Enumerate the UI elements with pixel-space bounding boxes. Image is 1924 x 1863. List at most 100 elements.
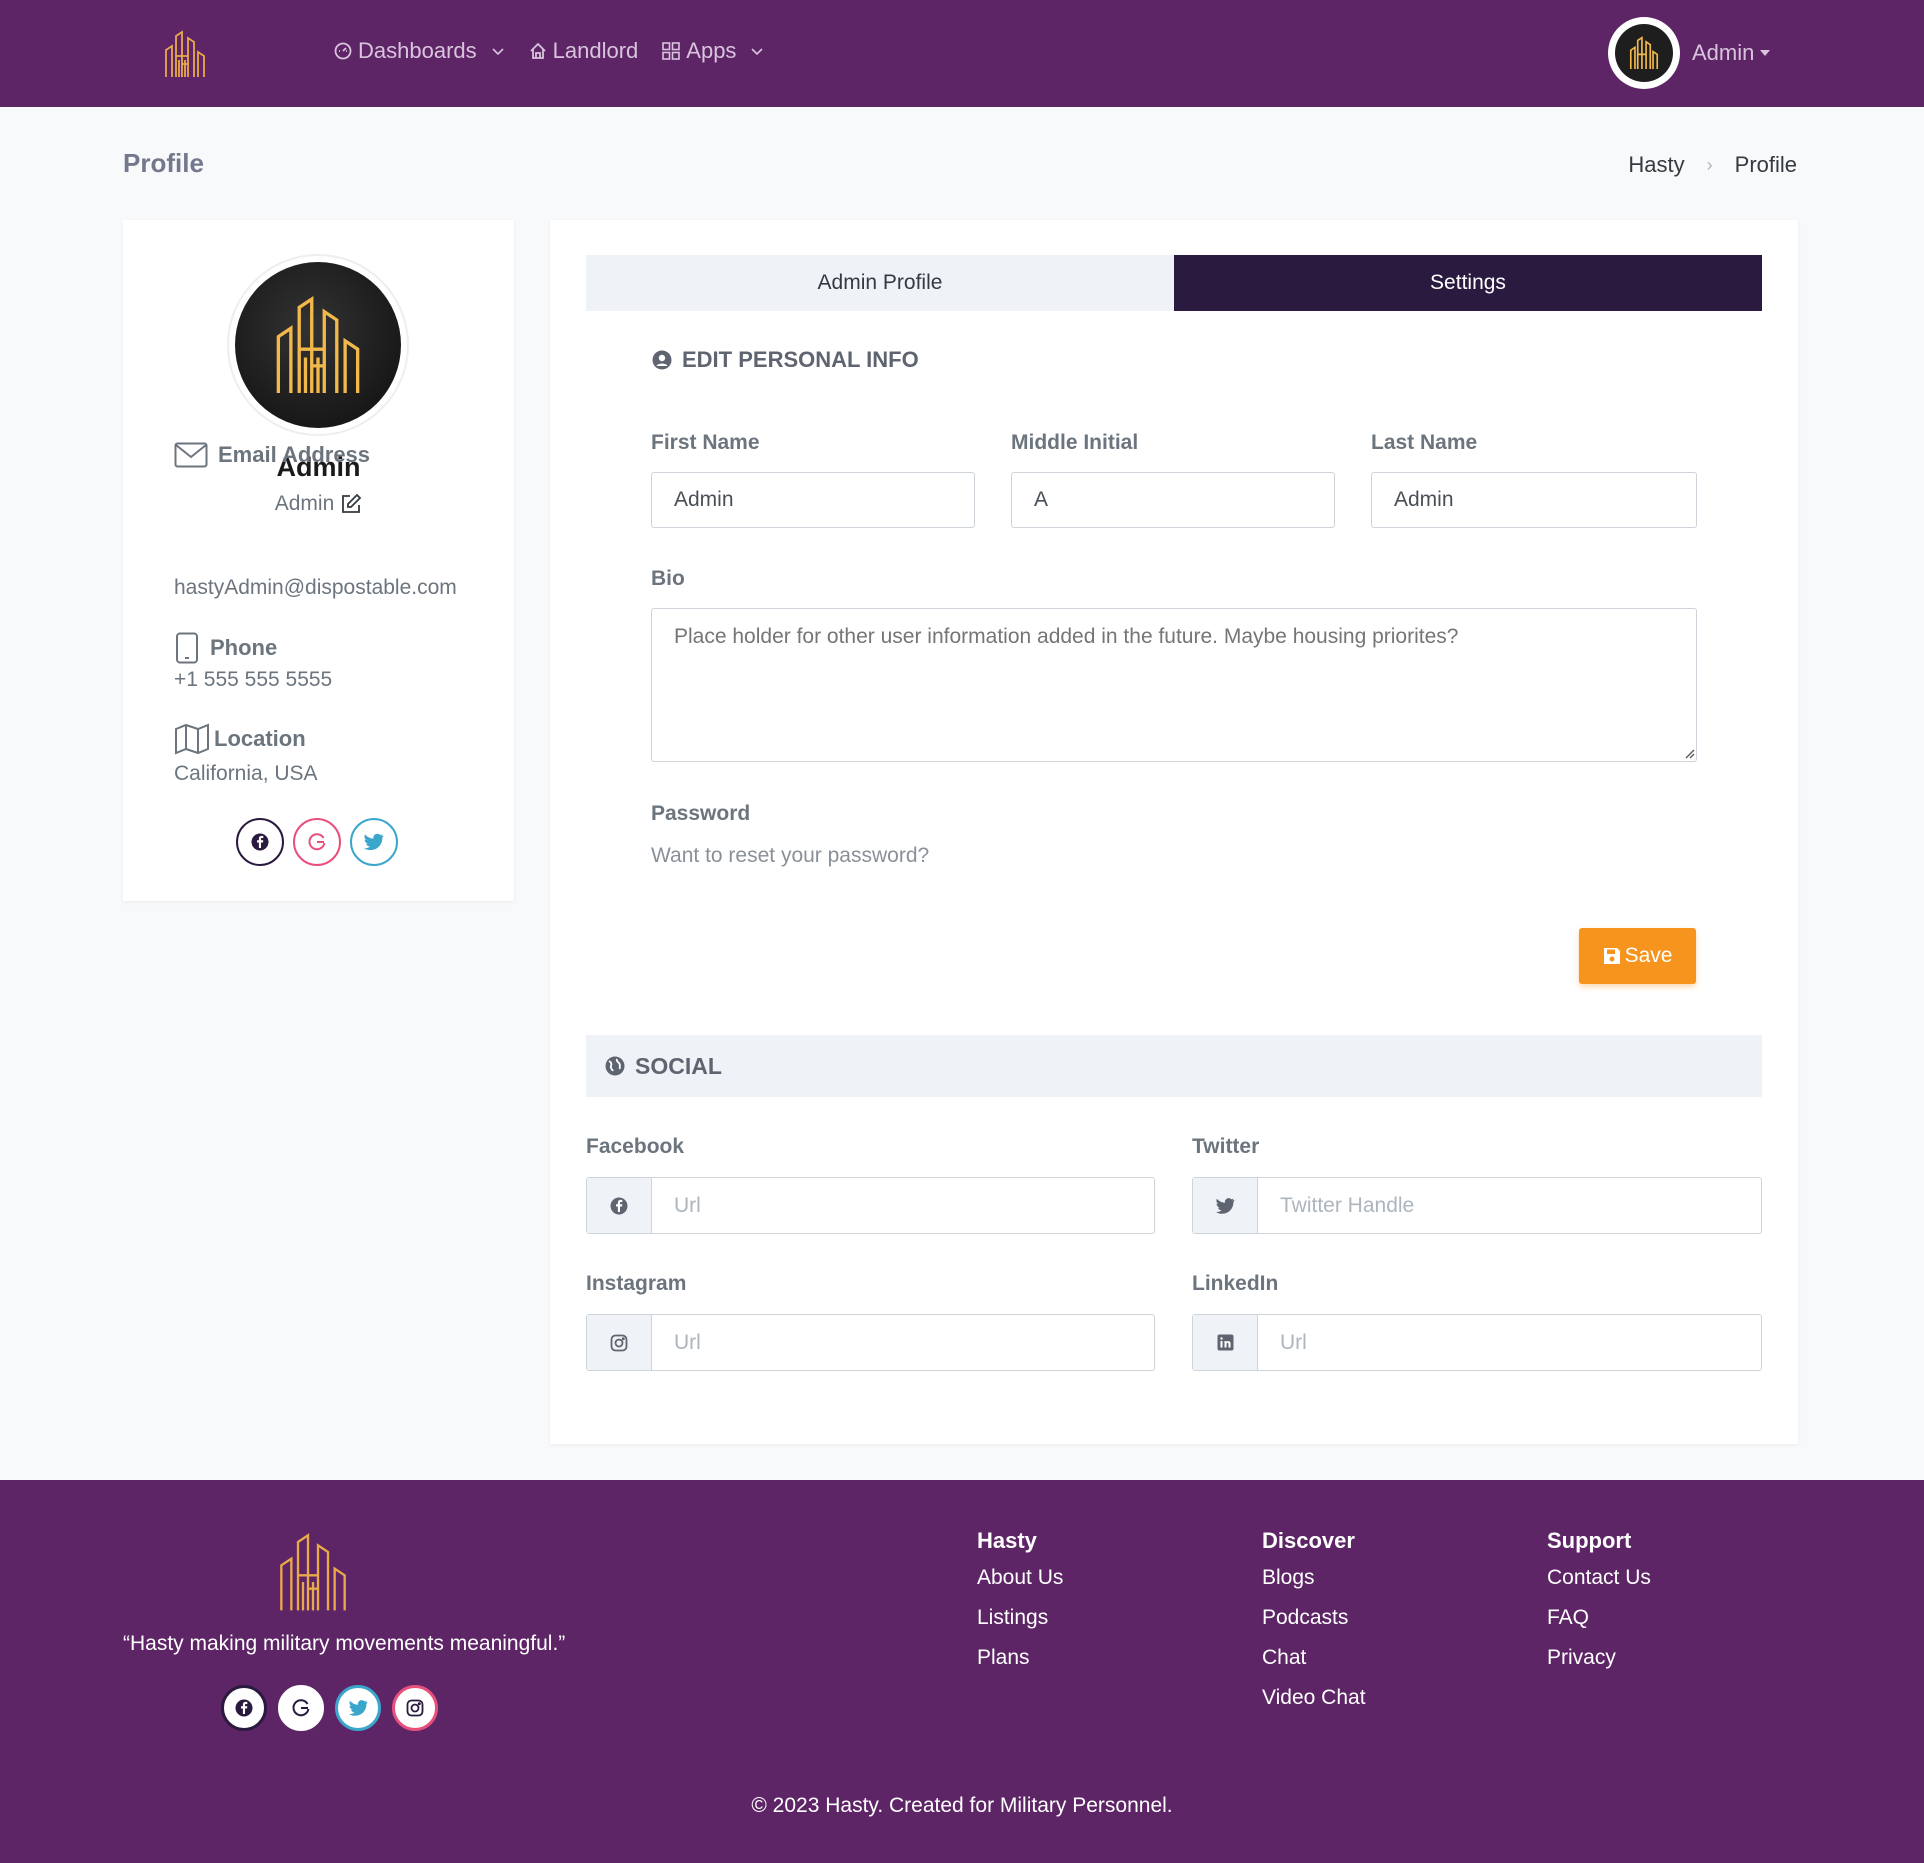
phone-value: +1 555 555 5555	[174, 668, 333, 691]
apps-grid-icon	[662, 42, 681, 60]
nav-dashboards[interactable]: Dashboards	[334, 38, 505, 64]
user-menu[interactable]: Admin	[1608, 17, 1771, 89]
facebook-addon	[587, 1178, 652, 1233]
footer-column-discover: Discover Blogs Podcasts Chat Video Chat	[1262, 1528, 1366, 1726]
linkedin-label: LinkedIn	[1192, 1272, 1279, 1295]
nav-landlord[interactable]: Landlord	[529, 38, 639, 64]
google-button[interactable]	[293, 818, 341, 866]
footer-social-links	[221, 1685, 449, 1731]
footer-heading-support: Support	[1547, 1528, 1632, 1553]
tab-admin-profile[interactable]: Admin Profile	[586, 255, 1174, 311]
location-label: Location	[214, 726, 306, 751]
footer-logo[interactable]	[274, 1532, 352, 1617]
floppy-disk-icon	[1603, 948, 1620, 964]
bio-textarea[interactable]	[651, 608, 1697, 762]
bio-label: Bio	[651, 567, 685, 590]
footer: “Hasty making military movements meaning…	[0, 1480, 1924, 1863]
footer-link-about-us[interactable]: About Us	[977, 1566, 1063, 1590]
copyright: © 2023 Hasty. Created for Military Perso…	[751, 1794, 1173, 1817]
footer-instagram-button[interactable]	[392, 1685, 438, 1731]
profile-avatar	[229, 256, 407, 434]
nav-dashboards-label: Dashboards	[358, 38, 477, 63]
instagram-label: Instagram	[586, 1272, 687, 1295]
profile-role-text: Admin	[274, 492, 335, 515]
social-title: SOCIAL	[635, 1052, 722, 1079]
globe-icon	[605, 1056, 625, 1076]
breadcrumb-profile: Profile	[1734, 152, 1797, 177]
twitter-icon	[348, 1700, 367, 1716]
phone-icon	[176, 632, 198, 664]
twitter-addon	[1193, 1178, 1258, 1233]
first-name-input[interactable]: Admin	[651, 472, 975, 528]
settings-card: Admin Profile Settings EDIT PERSONAL INF…	[550, 220, 1798, 1444]
footer-link-listings[interactable]: Listings	[977, 1606, 1063, 1630]
nav-landlord-label: Landlord	[552, 38, 639, 63]
google-icon	[292, 1699, 310, 1717]
phone-block: Phone	[174, 632, 277, 664]
resize-handle-icon[interactable]	[1683, 747, 1695, 759]
save-button[interactable]: Save	[1579, 928, 1696, 984]
facebook-url-input[interactable]: Url	[652, 1178, 1154, 1233]
footer-link-privacy[interactable]: Privacy	[1547, 1646, 1651, 1670]
first-name-label: First Name	[651, 431, 760, 454]
footer-facebook-button[interactable]	[221, 1685, 267, 1731]
footer-link-chat[interactable]: Chat	[1262, 1646, 1366, 1670]
twitter-handle-input[interactable]: Twitter Handle	[1258, 1178, 1761, 1233]
footer-heading-hasty: Hasty	[977, 1528, 1037, 1553]
linkedin-url-input[interactable]: Url	[1258, 1315, 1761, 1370]
footer-link-blogs[interactable]: Blogs	[1262, 1566, 1366, 1590]
social-heading: SOCIAL	[586, 1035, 1762, 1097]
google-icon	[308, 833, 326, 851]
user-circle-icon	[652, 350, 672, 370]
footer-link-plans[interactable]: Plans	[977, 1646, 1063, 1670]
footer-google-button[interactable]	[278, 1685, 324, 1731]
breadcrumb-hasty[interactable]: Hasty	[1628, 152, 1684, 178]
middle-initial-input[interactable]: A	[1011, 472, 1335, 528]
main-menu: Dashboards Landlord Apps	[334, 38, 788, 64]
twitter-label: Twitter	[1192, 1135, 1260, 1158]
reset-password-link[interactable]: Want to reset your password?	[651, 844, 929, 868]
save-label: Save	[1624, 944, 1673, 967]
dashboard-icon	[334, 42, 352, 60]
profile-role: Admin	[123, 492, 514, 516]
footer-link-faq[interactable]: FAQ	[1547, 1606, 1651, 1630]
footer-column-hasty: Hasty About Us Listings Plans	[977, 1528, 1063, 1686]
breadcrumb: Hasty › Profile	[1628, 152, 1797, 178]
footer-link-contact-us[interactable]: Contact Us	[1547, 1566, 1651, 1590]
twitter-button[interactable]	[350, 818, 398, 866]
password-label: Password	[651, 802, 751, 825]
instagram-icon	[610, 1334, 628, 1351]
edit-personal-info-heading: EDIT PERSONAL INFO	[652, 347, 919, 373]
last-name-input[interactable]: Admin	[1371, 472, 1697, 528]
nav-apps-label: Apps	[686, 38, 737, 63]
hasty-logo-icon	[280, 1533, 346, 1611]
facebook-button[interactable]	[236, 818, 284, 866]
footer-twitter-button[interactable]	[335, 1685, 381, 1731]
user-name: Admin	[1692, 40, 1771, 66]
footer-link-podcasts[interactable]: Podcasts	[1262, 1606, 1366, 1630]
location-value-wrap: California, USA	[174, 762, 318, 786]
middle-initial-label: Middle Initial	[1011, 431, 1139, 454]
edit-personal-info-title: EDIT PERSONAL INFO	[682, 347, 919, 372]
caret-down-icon	[1760, 50, 1771, 56]
email-block: Email Address	[174, 442, 370, 468]
tab-settings[interactable]: Settings	[1174, 255, 1762, 311]
twitter-input-group: Twitter Handle	[1192, 1177, 1762, 1234]
edit-icon[interactable]	[340, 493, 362, 515]
footer-link-video-chat[interactable]: Video Chat	[1262, 1686, 1366, 1710]
avatar	[1608, 17, 1680, 89]
facebook-label: Facebook	[586, 1135, 685, 1158]
envelope-icon	[174, 442, 208, 468]
hasty-logo[interactable]	[162, 30, 208, 78]
phone-label: Phone	[210, 635, 278, 660]
chevron-right-icon: ›	[1706, 154, 1713, 175]
footer-heading-discover: Discover	[1262, 1528, 1355, 1553]
facebook-icon	[610, 1197, 628, 1214]
instagram-url-input[interactable]: Url	[652, 1315, 1154, 1370]
nav-apps[interactable]: Apps	[662, 38, 764, 64]
last-name-label: Last Name	[1371, 431, 1478, 454]
page-title: Profile	[123, 148, 204, 178]
twitter-icon	[1215, 1197, 1234, 1214]
email-value-wrap: hastyAdmin@dispostable.com	[174, 576, 457, 600]
instagram-icon	[406, 1699, 424, 1717]
